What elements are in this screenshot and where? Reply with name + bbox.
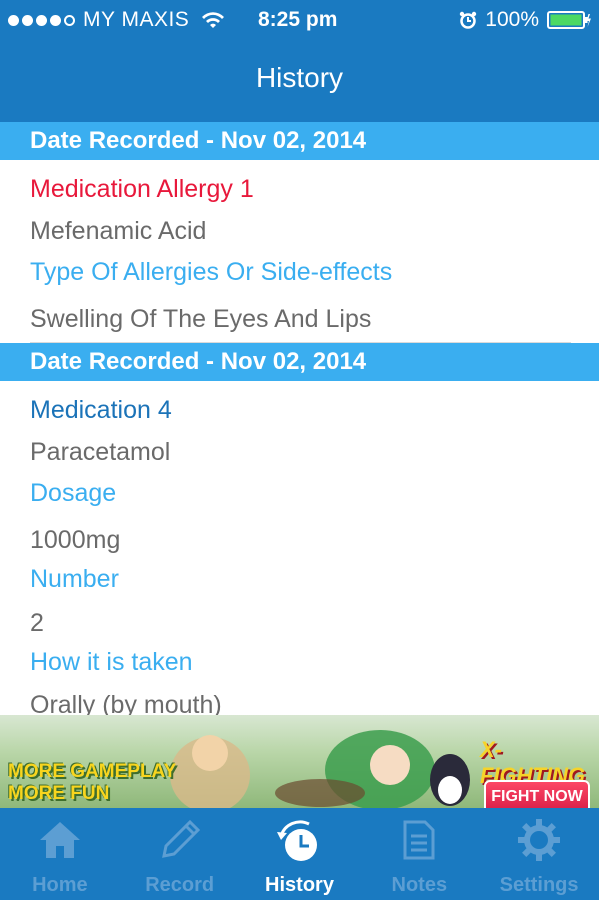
signal-strength-icon [8, 14, 75, 26]
status-left: MY MAXIS [8, 8, 225, 32]
battery-icon [547, 11, 591, 29]
tab-label: History [265, 874, 334, 896]
entry-title: Medication 4 [30, 396, 172, 424]
tab-home[interactable]: Home [0, 808, 120, 900]
tab-notes[interactable]: Notes [359, 808, 479, 900]
pencil-icon [161, 819, 200, 858]
carrier-name: MY MAXIS [83, 8, 190, 31]
status-bar: MY MAXIS 8:25 pm 100% [0, 0, 599, 40]
field-value: 2 [30, 609, 44, 637]
tab-history[interactable]: History [240, 808, 360, 900]
ad-tagline: MORE GAMEPLAY MORE FUN [8, 761, 176, 805]
gear-icon [518, 819, 561, 861]
ad-banner[interactable]: MORE GAMEPLAY MORE FUN X-FIGHTING FIGHT … [0, 715, 599, 808]
entry-title: Medication Allergy 1 [30, 175, 254, 203]
ad-tagline-line1: MORE GAMEPLAY [8, 761, 177, 782]
field-label: Number [30, 565, 119, 593]
tab-label: Home [32, 874, 88, 896]
alarm-icon [460, 11, 477, 29]
field-label: How it is taken [30, 648, 193, 676]
home-icon [39, 822, 80, 858]
status-time: 8:25 pm [258, 8, 338, 31]
date-recorded-header: Date Recorded - Nov 02, 2014 [0, 343, 599, 381]
history-list[interactable]: Date Recorded - Nov 02, 2014 Medication … [0, 122, 599, 715]
notes-icon [403, 820, 435, 860]
tab-label: Notes [391, 874, 448, 896]
page-title: History [255, 62, 344, 93]
ad-cta-button[interactable]: FIGHT NOW [484, 780, 590, 808]
field-value: Orally (by mouth) [30, 691, 222, 716]
tab-settings[interactable]: Settings [479, 808, 599, 900]
history-entry[interactable]: Medication Allergy 1 Mefenamic Acid Type… [0, 160, 599, 343]
medication-name: Mefenamic Acid [30, 217, 207, 245]
tab-bar: Home Record History Notes Settings [0, 808, 599, 900]
field-label: Type Of Allergies Or Side-effects [30, 258, 393, 286]
tab-label: Settings [499, 874, 579, 896]
medication-name: Paracetamol [30, 438, 171, 466]
clock-history-icon [277, 820, 318, 861]
ad-tagline-line2: MORE FUN [8, 783, 110, 804]
status-right: 100% [459, 8, 591, 32]
date-recorded-header: Date Recorded - Nov 02, 2014 [0, 122, 599, 160]
app-header: MY MAXIS 8:25 pm 100% History [0, 0, 599, 122]
field-value: Swelling Of The Eyes And Lips [30, 305, 372, 333]
field-value: 1000mg [30, 526, 121, 554]
history-entry[interactable]: Medication 4 Paracetamol Dosage 1000mg N… [0, 381, 599, 716]
wifi-icon [202, 12, 225, 28]
tab-label: Record [145, 874, 215, 896]
field-label: Dosage [30, 479, 117, 507]
tab-record[interactable]: Record [120, 808, 240, 900]
battery-percentage: 100% [485, 8, 539, 31]
